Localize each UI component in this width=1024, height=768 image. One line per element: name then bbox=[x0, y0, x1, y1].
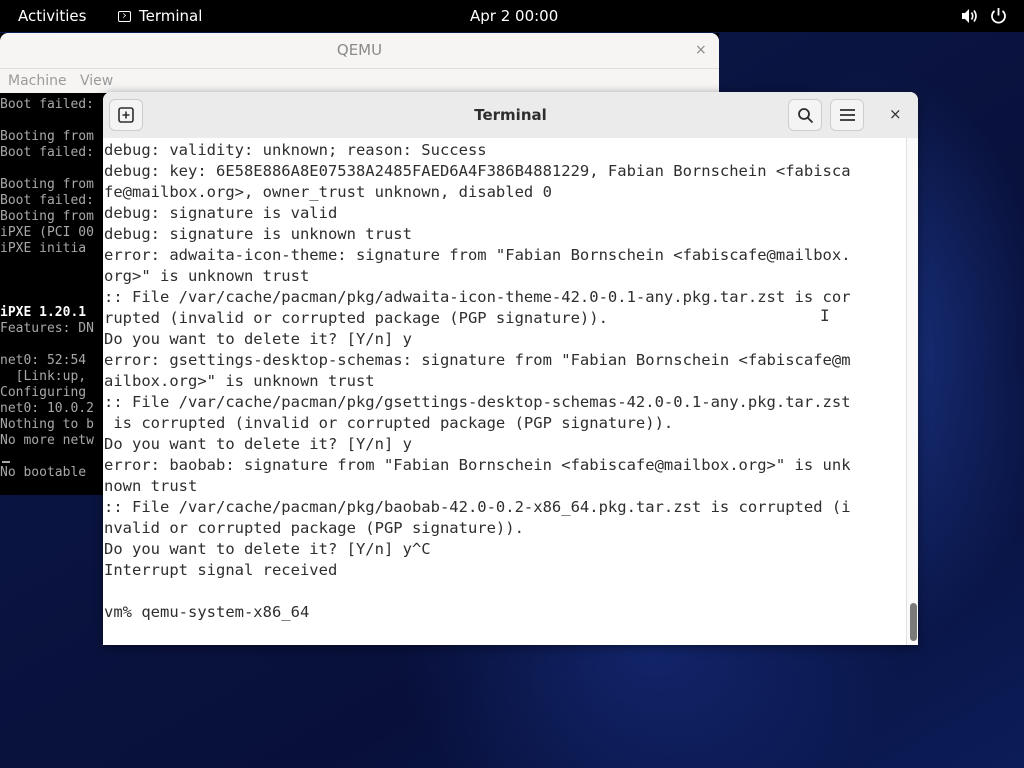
qemu-console-line: [Link:up, bbox=[0, 369, 87, 384]
app-menu-label: Terminal bbox=[139, 7, 203, 25]
qemu-console-line: iPXE initia bbox=[0, 241, 87, 256]
menu-machine[interactable]: Machine bbox=[8, 73, 67, 89]
terminal-line: nvalid or corrupted package (PGP signatu… bbox=[104, 519, 524, 537]
activities-button[interactable]: Activities bbox=[18, 7, 86, 25]
terminal-line: nown trust bbox=[104, 477, 198, 495]
terminal-line: Do you want to delete it? [Y/n] y bbox=[104, 330, 412, 348]
qemu-console-line: No bootable bbox=[0, 465, 87, 480]
terminal-line: rupted (invalid or corrupted package (PG… bbox=[104, 309, 608, 327]
terminal-line: org>" is unknown trust bbox=[104, 267, 310, 285]
terminal-line: is corrupted (invalid or corrupted packa… bbox=[104, 414, 674, 432]
qemu-console-line: Boot failed: bbox=[0, 97, 94, 112]
ibeam-cursor-icon: I bbox=[820, 306, 830, 325]
qemu-console-line: Boot failed: bbox=[0, 145, 94, 160]
qemu-console-line: Nothing to b bbox=[0, 417, 94, 432]
terminal-output[interactable]: debug: validity: unknown; reason: Succes… bbox=[103, 138, 906, 645]
clock[interactable]: Apr 2 00:00 bbox=[470, 7, 558, 25]
qemu-close-button[interactable]: × bbox=[695, 42, 707, 58]
terminal-line: debug: signature is valid bbox=[104, 204, 338, 222]
scrollbar-thumb[interactable] bbox=[910, 603, 917, 641]
terminal-line: :: File /var/cache/pacman/pkg/baobab-42.… bbox=[104, 498, 851, 516]
qemu-menubar: Machine View bbox=[0, 69, 719, 93]
menu-view[interactable]: View bbox=[80, 73, 113, 89]
terminal-prompt-line: vm% qemu-system-x86_64 bbox=[104, 603, 310, 621]
qemu-console-line: No more netw bbox=[0, 433, 94, 448]
hamburger-menu-icon bbox=[840, 109, 855, 121]
terminal-line: ailbox.org>" is unknown trust bbox=[104, 372, 375, 390]
qemu-titlebar[interactable]: QEMU × bbox=[0, 33, 719, 69]
qemu-console-line: iPXE 1.20.1 bbox=[0, 305, 87, 320]
qemu-console-line: Booting from bbox=[0, 209, 94, 224]
qemu-console-line: Boot failed: bbox=[0, 193, 94, 208]
qemu-text-cursor bbox=[2, 461, 10, 463]
qemu-console-line: Features: DN bbox=[0, 321, 94, 336]
terminal-window[interactable]: Terminal × debug: validity: unknown; rea… bbox=[103, 92, 918, 645]
terminal-line: debug: key: 6E58E886A8E07538A2485FAED6A4… bbox=[104, 162, 851, 180]
terminal-scrollbar[interactable] bbox=[906, 138, 918, 645]
qemu-console-line: net0: 52:54 bbox=[0, 353, 87, 368]
qemu-console-line: Configuring bbox=[0, 385, 87, 400]
terminal-line: error: adwaita-icon-theme: signature fro… bbox=[104, 246, 851, 264]
qemu-title: QEMU bbox=[336, 41, 383, 59]
power-icon[interactable] bbox=[990, 7, 1007, 24]
qemu-console-line: iPXE (PCI 00 bbox=[0, 225, 94, 240]
search-icon bbox=[798, 108, 814, 124]
terminal-line: Interrupt signal received bbox=[104, 561, 338, 579]
terminal-line: error: baobab: signature from "Fabian Bo… bbox=[104, 456, 851, 474]
terminal-line: :: File /var/cache/pacman/pkg/adwaita-ic… bbox=[104, 288, 851, 306]
terminal-line: debug: signature is unknown trust bbox=[104, 225, 412, 243]
qemu-console-line: net0: 10.0.2 bbox=[0, 401, 94, 416]
search-button[interactable] bbox=[788, 99, 822, 131]
terminal-line: Do you want to delete it? [Y/n] y^C bbox=[104, 540, 431, 558]
terminal-line: debug: validity: unknown; reason: Succes… bbox=[104, 141, 487, 159]
terminal-line: :: File /var/cache/pacman/pkg/gsettings-… bbox=[104, 393, 851, 411]
menu-button[interactable] bbox=[830, 99, 864, 131]
terminal-line: error: gsettings-desktop-schemas: signat… bbox=[104, 351, 851, 369]
terminal-headerbar[interactable]: Terminal × bbox=[103, 92, 918, 139]
terminal-close-button[interactable]: × bbox=[889, 105, 902, 123]
app-menu[interactable]: Terminal bbox=[118, 7, 202, 25]
volume-icon[interactable] bbox=[961, 8, 979, 24]
terminal-line: fe@mailbox.org>, owner_trust unknown, di… bbox=[104, 183, 552, 201]
terminal-line: Do you want to delete it? [Y/n] y bbox=[104, 435, 412, 453]
qemu-console-line: Booting from bbox=[0, 177, 94, 192]
qemu-console-line: Booting from bbox=[0, 129, 94, 144]
terminal-app-icon bbox=[118, 10, 131, 22]
top-bar: Activities Terminal Apr 2 00:00 bbox=[0, 0, 1024, 32]
